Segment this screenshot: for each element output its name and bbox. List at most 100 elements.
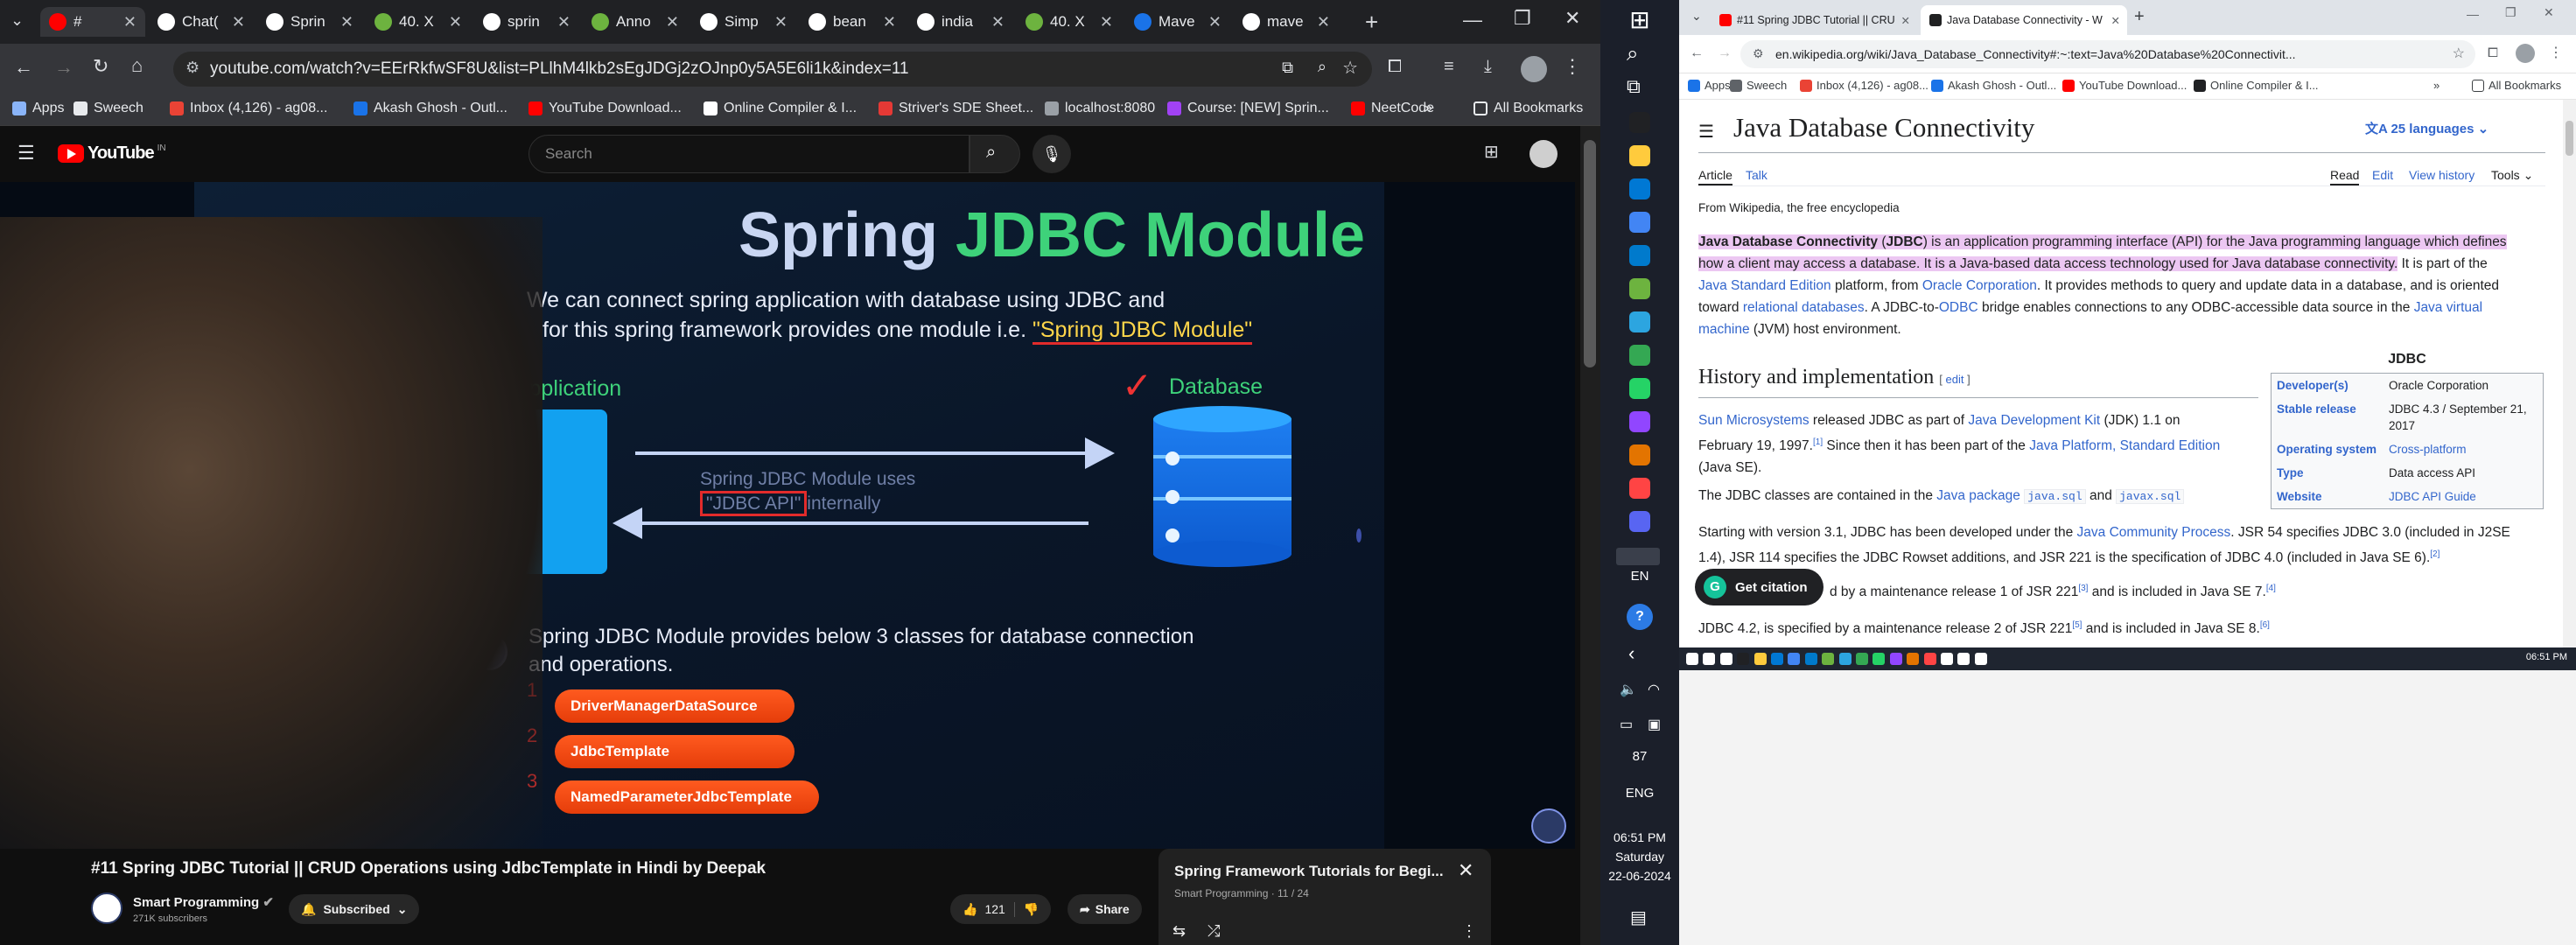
dislike-button[interactable]: 👎 <box>1015 902 1051 917</box>
taskbar-app-icon[interactable] <box>1629 411 1650 432</box>
youtube-logo[interactable]: YouTube IN <box>58 144 166 164</box>
new-tab-icon[interactable]: + <box>1365 10 1378 33</box>
create-video-icon[interactable]: ⊞ <box>1484 144 1499 161</box>
close-window-icon[interactable]: ✕ <box>1564 9 1580 28</box>
taskbar-app-icon[interactable] <box>1771 653 1783 665</box>
tray-scroll[interactable] <box>1616 548 1660 565</box>
bookmark-item[interactable]: Apps <box>1688 79 1731 92</box>
taskbar-app-icon[interactable] <box>1629 245 1650 266</box>
minimize-icon[interactable]: — <box>1463 10 1482 30</box>
youtube-search-button[interactable]: ⌕ <box>970 135 1020 173</box>
tab-search-icon[interactable]: ⌄ <box>1691 9 1702 24</box>
bookmark-item[interactable]: YouTube Download... <box>528 101 682 116</box>
browser-tab[interactable]: Java Database Connectivity - W ✕ <box>1921 5 2127 35</box>
taskbar-app-icon[interactable] <box>1737 653 1750 665</box>
clock[interactable]: 06:51 PM Saturday 22-06-2024 <box>1600 828 1679 886</box>
link-java-platform[interactable]: Java Platform, Standard Edition <box>2029 438 2220 453</box>
back-icon[interactable]: ← <box>14 58 33 77</box>
reload-icon[interactable]: ↻ <box>93 57 108 76</box>
taskbar-clock[interactable]: 06:51 PM <box>2526 652 2567 662</box>
taskbar-app-icon[interactable] <box>1629 112 1650 133</box>
site-info-icon[interactable]: ⚙ <box>186 59 200 77</box>
taskbar-app-icon[interactable] <box>1703 653 1716 665</box>
taskbar-app-icon[interactable] <box>1872 653 1886 665</box>
minimize-icon[interactable]: — <box>2467 7 2479 21</box>
address-bar[interactable]: ⚙ en.wikipedia.org/wiki/Java_Database_Co… <box>1740 40 2475 68</box>
profile-avatar[interactable] <box>1521 56 1547 82</box>
subscribed-button[interactable]: 🔔 Subscribed ⌄ <box>289 894 420 924</box>
bookmarks-overflow-icon[interactable]: » <box>2433 79 2440 92</box>
keyboard-layout[interactable]: ENG <box>1600 786 1679 801</box>
extensions-icon[interactable]: ⧠ <box>1388 58 1402 75</box>
taskbar-app-icon[interactable] <box>1957 653 1970 665</box>
bookmark-item[interactable]: Akash Ghosh - Outl... <box>1931 79 2056 92</box>
close-tab-icon[interactable]: ✕ <box>1208 13 1222 32</box>
toc-menu-icon[interactable]: ☰ <box>1698 121 1714 143</box>
taskbar-app-icon[interactable] <box>1686 653 1698 665</box>
bookmark-item[interactable]: Sweech <box>74 101 144 116</box>
close-tab-icon[interactable]: ✕ <box>1100 13 1113 32</box>
close-tab-icon[interactable]: ✕ <box>2111 14 2120 27</box>
taskbar-app-icon[interactable] <box>1907 653 1920 665</box>
browser-tab[interactable]: Chat(✕ <box>149 7 254 37</box>
shuffle-icon[interactable]: ⤮ <box>1208 922 1220 941</box>
all-bookmarks[interactable]: All Bookmarks <box>2472 79 2561 92</box>
bookmark-item[interactable]: Inbox (4,126) - ag08... <box>170 101 327 116</box>
channel-watermark[interactable] <box>1531 808 1566 844</box>
close-tab-icon[interactable]: ✕ <box>1901 14 1910 27</box>
bookmark-star-icon[interactable]: ☆ <box>2453 45 2465 62</box>
browser-tab[interactable]: Simp ✕ <box>691 7 796 37</box>
browser-tab[interactable]: Mave ✕ <box>1125 7 1230 37</box>
languages-button[interactable]: 文A 25 languages ⌄ <box>2365 119 2488 137</box>
taskbar-app-icon[interactable] <box>1822 653 1835 665</box>
bookmark-item[interactable]: Striver's SDE Sheet... <box>878 101 1033 116</box>
taskbar-app-icon[interactable] <box>1719 653 1732 665</box>
link-oracle[interactable]: Oracle Corporation <box>1922 278 2037 293</box>
tab-talk[interactable]: Talk <box>1746 168 1768 182</box>
home-icon[interactable]: ⌂ <box>131 56 143 75</box>
close-tab-icon[interactable]: ✕ <box>666 13 679 32</box>
language-indicator[interactable]: EN <box>1600 569 1679 584</box>
taskbar-app-icon[interactable] <box>1629 444 1650 466</box>
taskbar-app-icon[interactable] <box>1856 653 1868 665</box>
menu-icon[interactable]: ⋮ <box>2549 44 2563 61</box>
video-player[interactable]: Spring JDBC Module We can connect spring… <box>0 182 1575 849</box>
task-view-icon[interactable]: ⧉ <box>1627 75 1641 98</box>
tools-menu[interactable]: Tools ⌄ <box>2491 168 2533 183</box>
forward-icon[interactable]: → <box>54 58 74 77</box>
link-java-package[interactable]: Java package <box>1936 488 2020 503</box>
bookmark-star-icon[interactable]: ☆ <box>1342 57 1358 79</box>
browser-tab[interactable]: 40. X ✕ <box>366 7 471 37</box>
notification-icon[interactable]: ▤ <box>1630 906 1647 928</box>
bookmark-item[interactable]: Online Compiler & I... <box>704 101 857 116</box>
tab-read[interactable]: Read <box>2330 168 2360 186</box>
scroll-thumb[interactable] <box>2566 121 2573 156</box>
browser-tab[interactable]: Sprin ✕ <box>257 7 362 37</box>
channel-name[interactable]: Smart Programming ✔ <box>133 894 274 910</box>
get-citation-button[interactable]: G Get citation <box>1695 569 1824 606</box>
like-button[interactable]: 👍 121 <box>950 901 1015 917</box>
install-icon[interactable]: ⧉ <box>1282 59 1293 77</box>
close-tab-icon[interactable]: ✕ <box>123 13 136 32</box>
link-sun[interactable]: Sun Microsystems <box>1698 413 1810 428</box>
address-bar[interactable]: ⚙ youtube.com/watch?v=EErRkfwSF8U&list=P… <box>173 52 1372 87</box>
yt-avatar[interactable] <box>1530 140 1558 168</box>
forward-icon[interactable]: → <box>1718 46 1732 61</box>
bookmark-item[interactable]: Sweech <box>1730 79 1787 92</box>
site-info-icon[interactable]: ⚙ <box>1753 46 1764 61</box>
bookmarks-overflow-icon[interactable]: » <box>1424 101 1432 116</box>
close-tab-icon[interactable]: ✕ <box>557 13 570 32</box>
start-icon[interactable]: ⊞ <box>1625 5 1655 35</box>
infobox-value[interactable]: JDBC API Guide <box>2384 485 2543 508</box>
taskbar-app-icon[interactable] <box>1629 278 1650 299</box>
playlist-title[interactable]: Spring Framework Tutorials for Begi... <box>1174 863 1444 880</box>
browser-tab[interactable]: #11 Spring JDBC Tutorial || CRU ✕ <box>1711 5 1917 35</box>
all-bookmarks[interactable]: All Bookmarks <box>1474 101 1583 116</box>
section-edit-link[interactable]: edit <box>1946 373 1964 386</box>
volume-icon[interactable]: 🔈 <box>1620 681 1637 698</box>
wiki-scrollbar[interactable] <box>2563 100 2576 648</box>
close-tab-icon[interactable]: ✕ <box>449 13 462 32</box>
bookmark-item[interactable]: YouTube Download... <box>2062 79 2187 92</box>
display-icon[interactable]: ▣ <box>1648 716 1661 733</box>
hamburger-menu-icon[interactable]: ☰ <box>18 144 35 163</box>
